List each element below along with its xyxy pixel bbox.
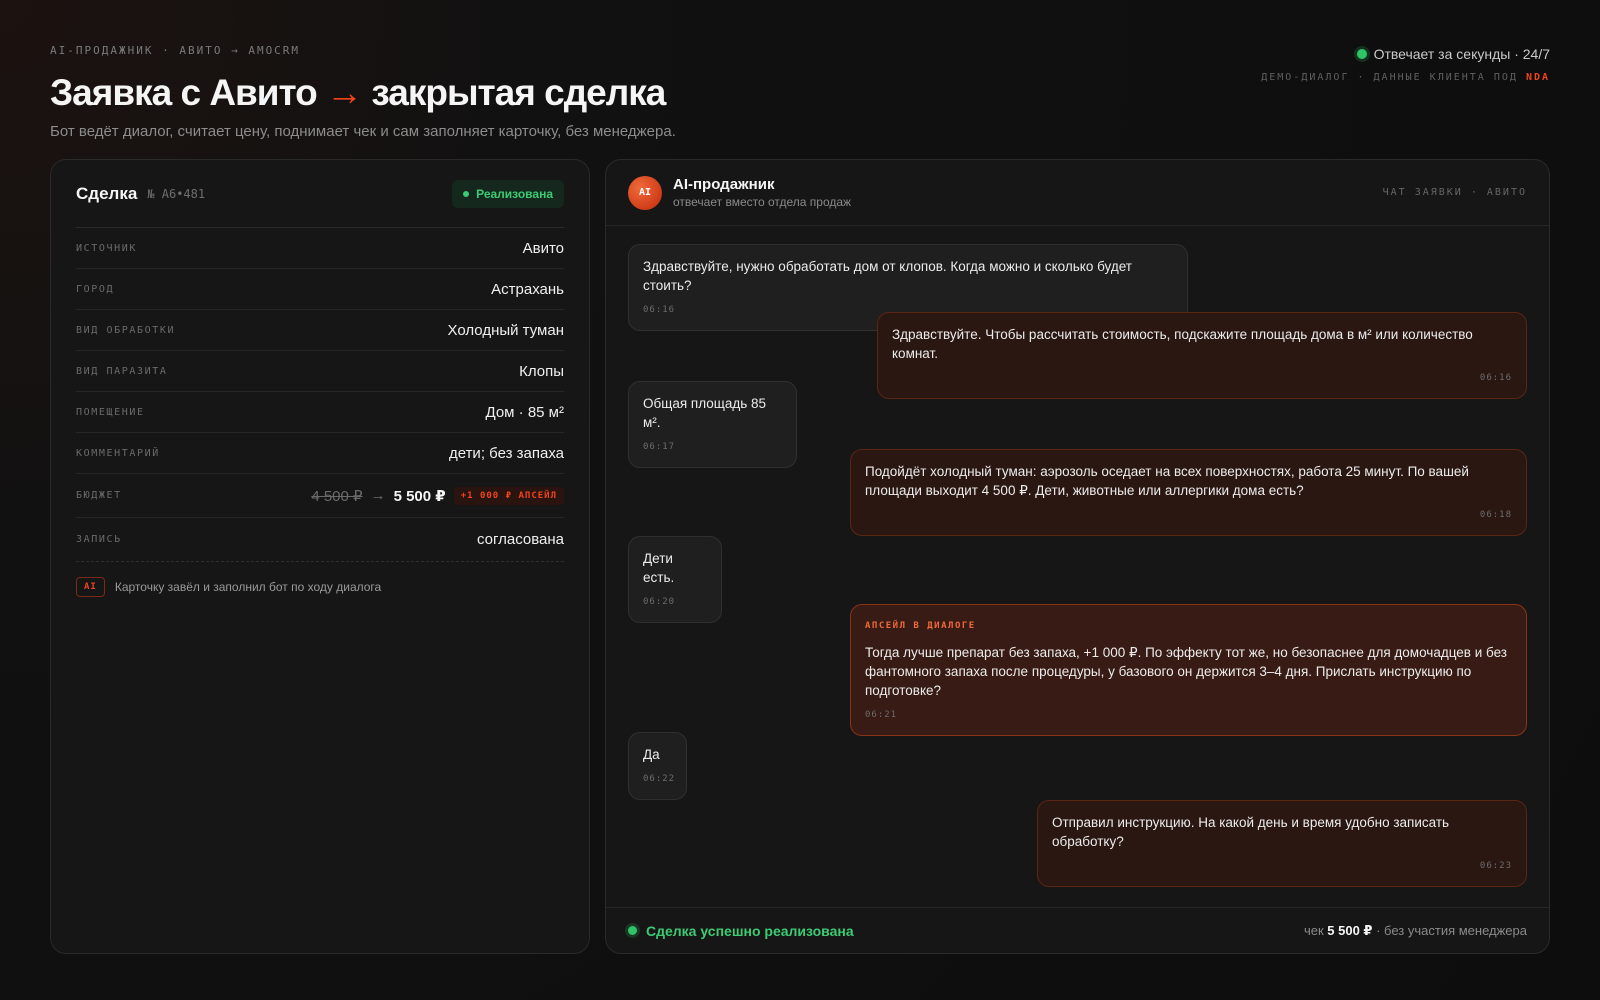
message-time: 06:17 [643, 442, 676, 452]
field-value: Авито [522, 239, 564, 257]
deal-success-status: Сделка успешно реализована [628, 923, 854, 939]
nda-note: ДЕМО-ДИАЛОГ · ДАННЫЕ КЛИЕНТА ПОД NDA [1261, 72, 1550, 83]
check-value: 5 500 ₽ [1327, 922, 1373, 938]
field-row-parasite: ВИД ПАРАЗИТА Клопы [76, 351, 564, 392]
field-label: ЗАПИСЬ [76, 534, 122, 545]
bot-subtitle: отвечает вместо отдела продаж [673, 195, 852, 209]
field-label: ВИД ПАРАЗИТА [76, 365, 168, 377]
ai-tag: AI [76, 577, 105, 597]
field-value: Холодный туман [447, 321, 564, 339]
message-outgoing: Здравствуйте. Чтобы рассчитать стоимость… [877, 312, 1527, 399]
field-row-city: ГОРОД Астрахань [76, 269, 564, 310]
message-outgoing: Подойдёт холодный туман: аэрозоль оседае… [850, 449, 1527, 536]
success-dot-icon [628, 926, 637, 935]
old-price: 4 500 ₽ [311, 487, 363, 505]
field-value: дети; без запаха [448, 444, 564, 462]
field-label: ПОМЕЩЕНИЕ [76, 406, 145, 418]
message-time: 06:20 [643, 597, 676, 607]
message-time: 06:18 [1479, 510, 1512, 520]
nda-word: NDA [1525, 72, 1550, 83]
message-text: Здравствуйте. Чтобы рассчитать стоимость… [892, 327, 1473, 361]
message-time: 06:23 [1479, 861, 1512, 871]
check-summary: чек 5 500 ₽ · без участия менеджера [1304, 923, 1527, 939]
title-part-1: Заявка с Авито [50, 72, 318, 113]
page-subtitle: Бот ведёт диалог, считает цену, поднимае… [50, 123, 676, 140]
message-list: Здравствуйте, нужно обработать дом от кл… [606, 226, 1549, 908]
upsell-tag: АПСЕЙЛ В ДИАЛОГЕ [865, 621, 976, 631]
field-row-record: ЗАПИСЬ согласована [76, 518, 564, 562]
message-time: 06:22 [643, 774, 676, 784]
message-text: Дети есть. [643, 551, 675, 585]
ai-note: AI Карточку завёл и заполнил бот по ходу… [76, 577, 564, 597]
new-price: 5 500 ₽ [393, 487, 446, 505]
message-text: Общая площадь 85 м². [643, 396, 767, 430]
title-part-2: закрытая сделка [371, 72, 666, 113]
field-value: Клопы [519, 362, 564, 380]
message-text: Подойдёт холодный туман: аэрозоль оседае… [865, 464, 1469, 498]
field-row-source: ИСТОЧНИК Авито [76, 228, 564, 269]
chat-header: AI AI-продажник отвечает вместо отдела п… [606, 160, 1549, 226]
message-outgoing: Отправил инструкцию. На какой день и вре… [1037, 800, 1527, 887]
field-row-budget: БЮДЖЕТ 4 500 ₽ → 5 500 ₽ +1 000 ₽ АПСЕЙЛ [76, 474, 564, 518]
deal-title: Сделка [76, 183, 138, 203]
field-label: ГОРОД [76, 283, 115, 295]
field-value: согласована [476, 531, 564, 548]
field-label: ИСТОЧНИК [76, 242, 137, 254]
check-suffix: · без участия менеджера [1376, 922, 1527, 938]
ai-note-text: Карточку завёл и заполнил бот по ходу ди… [114, 580, 382, 594]
field-value: Дом · 85 м² [485, 403, 564, 421]
page-header: AI-ПРОДАЖНИК · АВИТО → AMOCRM Заявка с А… [50, 44, 1550, 144]
message-text: Здравствуйте, нужно обработать дом от кл… [643, 259, 1132, 293]
response-status: Отвечает за секунды · 24/7 [1373, 46, 1550, 62]
chat-footer: Сделка успешно реализована чек 5 500 ₽ ·… [606, 907, 1549, 953]
field-label: КОММЕНТАРИЙ [76, 447, 160, 459]
message-time: 06:16 [1479, 373, 1512, 383]
price-arrow-icon: → [370, 487, 386, 504]
message-text: Тогда лучше препарат без запаха, +1 000 … [865, 645, 1507, 698]
field-row-comment: КОММЕНТАРИЙ дети; без запаха [76, 433, 564, 474]
message-time: 06:21 [865, 710, 898, 720]
bot-name: AI-продажник [673, 176, 775, 193]
deal-success-text: Сделка успешно реализована [646, 922, 854, 939]
field-row-premises: ПОМЕЩЕНИЕ Дом · 85 м² [76, 392, 564, 433]
online-dot-icon [1356, 49, 1367, 59]
nda-prefix: ДЕМО-ДИАЛОГ · ДАННЫЕ КЛИЕНТА ПОД [1261, 72, 1518, 83]
field-label: ВИД ОБРАБОТКИ [76, 324, 176, 336]
message-upsell: АПСЕЙЛ В ДИАЛОГЕ Тогда лучше препарат бе… [850, 604, 1527, 736]
message-text: Да [643, 747, 660, 762]
field-label: БЮДЖЕТ [76, 490, 122, 501]
upsell-badge: +1 000 ₽ АПСЕЙЛ [453, 486, 564, 505]
field-row-treatment: ВИД ОБРАБОТКИ Холодный туман [76, 310, 564, 351]
field-value: Астрахань [491, 280, 564, 298]
title-arrow: → [326, 72, 363, 113]
message-incoming: Дети есть. 06:20 [628, 536, 722, 623]
message-incoming: Да 06:22 [628, 732, 687, 800]
deal-number: № A6•481 [147, 186, 206, 201]
check-prefix: чек [1303, 922, 1324, 938]
header-status: Отвечает за секунды · 24/7 ДЕМО-ДИАЛОГ ·… [1261, 46, 1550, 83]
budget-value: 4 500 ₽ → 5 500 ₽ +1 000 ₽ АПСЕЙЛ [311, 486, 564, 505]
status-badge-label: Реализована [476, 186, 553, 201]
deal-card: Сделка № A6•481 Реализована ИСТОЧНИК Ави… [50, 159, 590, 954]
message-incoming: Общая площадь 85 м². 06:17 [628, 381, 797, 468]
message-text: Отправил инструкцию. На какой день и вре… [1052, 815, 1450, 849]
chat-card: AI AI-продажник отвечает вместо отдела п… [605, 159, 1550, 954]
chat-source-tag: ЧАТ ЗАЯВКИ · АВИТО [1382, 187, 1527, 198]
status-badge: Реализована [452, 179, 564, 208]
deal-header: Сделка № A6•481 Реализована [76, 160, 564, 228]
status-dot-icon [463, 190, 470, 197]
avatar: AI [628, 175, 662, 210]
